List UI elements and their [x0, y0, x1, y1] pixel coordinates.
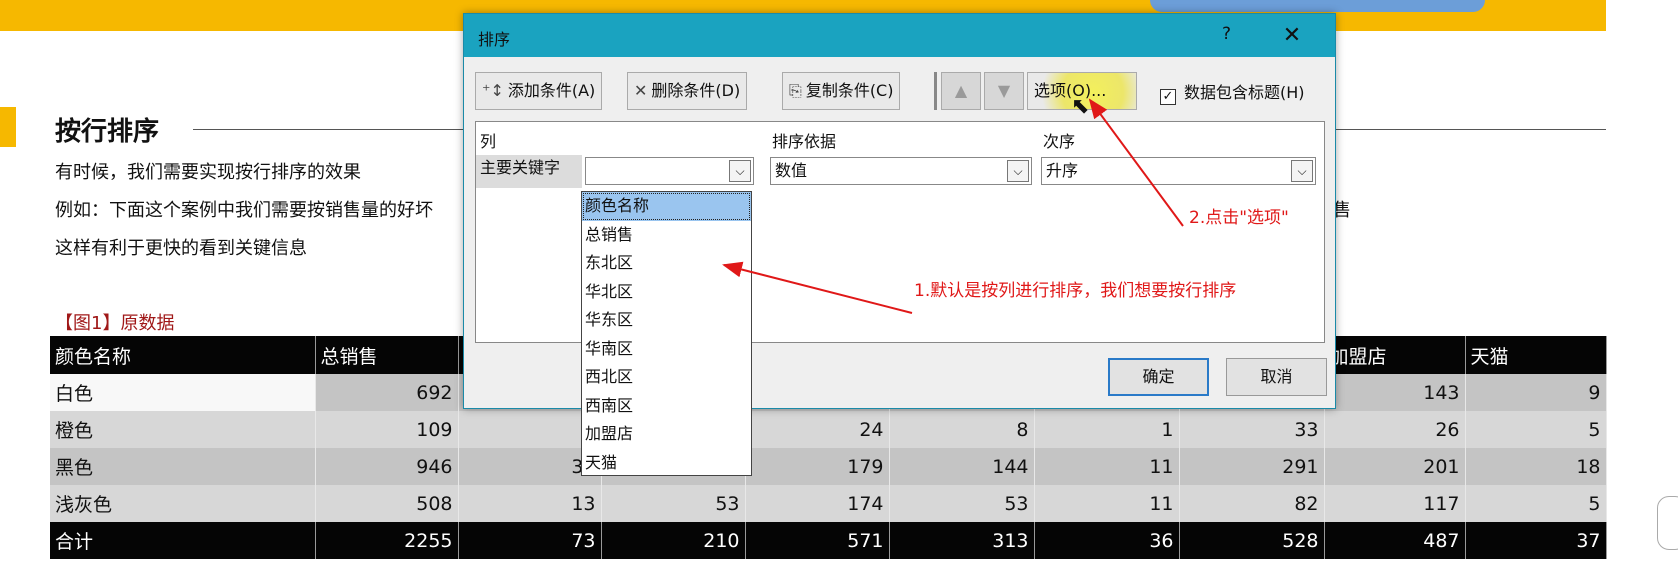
annotation-arrows — [722, 98, 1184, 314]
arrow-to-options — [1088, 98, 1184, 227]
mouse-cursor-icon: ⬉ — [1071, 94, 1090, 119]
annotation-note-1: 1.默认是按列进行排序，我们想要按行排序 — [914, 281, 1237, 301]
arrow-to-dropdown — [722, 261, 913, 314]
annotation-note-2: 2.点击"选项" — [1189, 208, 1289, 228]
side-widget[interactable] — [1657, 496, 1678, 550]
